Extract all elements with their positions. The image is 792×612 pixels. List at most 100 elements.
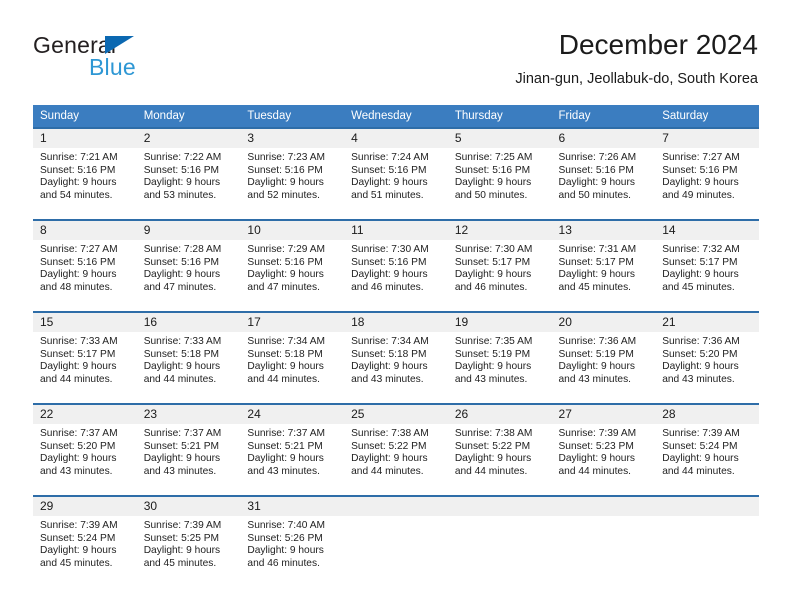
day-sun-info: Sunrise: 7:35 AM Sunset: 5:19 PM Daylight:…: [448, 332, 552, 386]
sunset-time: Sunset: 5:16 PM: [40, 164, 116, 176]
sunrise-time: Sunrise: 7:29 AM: [247, 244, 325, 255]
sunrise-time: Sunrise: 7:30 AM: [454, 244, 533, 255]
page-title: December 2024: [558, 29, 758, 60]
sunset-time: Sunset: 5:16 PM: [662, 164, 738, 176]
sunset-time: Sunset: 5:16 PM: [454, 164, 531, 176]
calendar-day-cell: [344, 495, 448, 585]
calendar-day-cell[interactable]: 19 Sunrise: 7:35 AM Sunset: 5:19 PM Dayligh…: [447, 311, 552, 401]
calendar-day-cell[interactable]: 5 Sunrise: 7:25 AM Sunset: 5:16 PM Daylight…: [447, 127, 552, 217]
day-sun-info: Sunrise: 7:34 AM Sunset: 5:18 PM Daylight:…: [240, 332, 344, 386]
daylight-duration-line1: Daylight: 9 hours: [40, 545, 117, 557]
calendar-day-cell[interactable]: 9 Sunrise: 7:28 AM Sunset: 5:16 PM Daylight…: [136, 219, 241, 309]
day-number: 28: [655, 405, 759, 424]
calendar-day-cell[interactable]: 13 Sunrise: 7:31 AM Sunset: 5:17 PM Dayligh…: [551, 219, 656, 309]
calendar-day-cell[interactable]: 27 Sunrise: 7:39 AM Sunset: 5:23 PM Dayligh…: [551, 403, 656, 493]
day-number: 27: [551, 405, 656, 424]
calendar-day-cell[interactable]: 6 Sunrise: 7:26 AM Sunset: 5:16 PM Daylight…: [551, 127, 656, 217]
day-number: 1: [33, 129, 137, 148]
day-cell-content: [655, 497, 759, 583]
calendar-day-cell[interactable]: 20 Sunrise: 7:36 AM Sunset: 5:19 PM Dayligh…: [551, 311, 656, 401]
calendar-day-cell[interactable]: 18 Sunrise: 7:34 AM Sunset: 5:18 PM Dayligh…: [344, 311, 448, 401]
calendar-day-cell[interactable]: 10 Sunrise: 7:29 AM Sunset: 5:16 PM Dayligh…: [240, 219, 345, 309]
weekday-header-friday: Friday: [551, 105, 656, 128]
calendar-day-cell[interactable]: 31 Sunrise: 7:40 AM Sunset: 5:26 PM Dayligh…: [240, 495, 345, 585]
calendar-day-cell[interactable]: 29 Sunrise: 7:39 AM Sunset: 5:24 PM Dayligh…: [33, 495, 137, 585]
calendar-week-row: 8 Sunrise: 7:27 AM Sunset: 5:16 PM Daylight…: [33, 219, 759, 309]
sunset-time: Sunset: 5:19 PM: [558, 348, 634, 360]
calendar-day-cell[interactable]: 17 Sunrise: 7:34 AM Sunset: 5:18 PM Dayligh…: [240, 311, 345, 401]
general-blue-logo[interactable]: General Blue: [33, 32, 263, 88]
day-cell-content: 28 Sunrise: 7:39 AM Sunset: 5:24 PM Dayligh…: [655, 405, 759, 491]
daylight-duration-line2: and 50 minutes.: [558, 189, 632, 201]
logo-triangle-icon: [105, 36, 134, 54]
calendar-day-cell[interactable]: 2 Sunrise: 7:22 AM Sunset: 5:16 PM Daylight…: [136, 127, 241, 217]
day-sun-info: Sunrise: 7:38 AM Sunset: 5:22 PM Daylight:…: [344, 424, 448, 478]
calendar-day-cell: [655, 495, 759, 585]
daylight-duration-line2: and 43 minutes.: [351, 373, 424, 385]
calendar-day-cell[interactable]: 24 Sunrise: 7:37 AM Sunset: 5:21 PM Dayligh…: [240, 403, 345, 493]
day-cell-content: 14 Sunrise: 7:32 AM Sunset: 5:17 PM Dayligh…: [655, 221, 759, 307]
day-cell-content: 7 Sunrise: 7:27 AM Sunset: 5:16 PM Daylight…: [655, 129, 759, 215]
sunset-time: Sunset: 5:24 PM: [40, 532, 116, 544]
day-cell-content: 10 Sunrise: 7:29 AM Sunset: 5:16 PM Dayligh…: [240, 221, 345, 307]
daylight-duration-line1: Daylight: 9 hours: [143, 177, 221, 189]
daylight-duration-line1: Daylight: 9 hours: [247, 177, 324, 189]
calendar-day-cell[interactable]: 11 Sunrise: 7:30 AM Sunset: 5:16 PM Dayligh…: [344, 219, 448, 309]
day-number: 23: [136, 405, 241, 424]
day-cell-content: 12 Sunrise: 7:30 AM Sunset: 5:17 PM Dayligh…: [447, 221, 552, 307]
calendar-day-cell[interactable]: 4 Sunrise: 7:24 AM Sunset: 5:16 PM Daylight…: [344, 127, 448, 217]
daylight-duration-line2: and 48 minutes.: [40, 281, 113, 293]
calendar-day-cell[interactable]: 30 Sunrise: 7:39 AM Sunset: 5:25 PM Dayligh…: [136, 495, 241, 585]
page-header: General Blue December 2024 Jinan-gun, Je…: [0, 0, 792, 100]
daylight-duration-line1: Daylight: 9 hours: [351, 269, 428, 281]
daylight-duration-line1: Daylight: 9 hours: [662, 361, 739, 373]
sunrise-sunset-calendar: Sunday Monday Tuesday Wednesday Thursday…: [33, 105, 759, 585]
daylight-duration-line2: and 45 minutes.: [558, 281, 632, 293]
calendar-day-cell[interactable]: 15 Sunrise: 7:33 AM Sunset: 5:17 PM Dayligh…: [33, 311, 137, 401]
calendar-day-cell[interactable]: 7 Sunrise: 7:27 AM Sunset: 5:16 PM Daylight…: [655, 127, 759, 217]
calendar-day-cell[interactable]: 16 Sunrise: 7:33 AM Sunset: 5:18 PM Dayligh…: [136, 311, 241, 401]
calendar-day-cell[interactable]: 22 Sunrise: 7:37 AM Sunset: 5:20 PM Dayligh…: [33, 403, 137, 493]
sunrise-time: Sunrise: 7:35 AM: [454, 336, 533, 347]
calendar-day-cell[interactable]: 12 Sunrise: 7:30 AM Sunset: 5:17 PM Dayligh…: [447, 219, 552, 309]
calendar-day-cell: [551, 495, 656, 585]
daylight-duration-line1: Daylight: 9 hours: [454, 177, 532, 189]
calendar-day-cell[interactable]: 23 Sunrise: 7:37 AM Sunset: 5:21 PM Dayligh…: [136, 403, 241, 493]
calendar-week-row: 22 Sunrise: 7:37 AM Sunset: 5:20 PM Dayligh…: [33, 403, 759, 493]
sunset-time: Sunset: 5:17 PM: [40, 348, 116, 360]
daylight-duration-line1: Daylight: 9 hours: [558, 177, 635, 189]
calendar-day-cell[interactable]: 14 Sunrise: 7:32 AM Sunset: 5:17 PM Dayligh…: [655, 219, 759, 309]
daylight-duration-line1: Daylight: 9 hours: [40, 177, 117, 189]
day-number: 4: [344, 129, 448, 148]
calendar-day-cell[interactable]: 8 Sunrise: 7:27 AM Sunset: 5:16 PM Daylight…: [33, 219, 137, 309]
calendar-day-cell[interactable]: 28 Sunrise: 7:39 AM Sunset: 5:24 PM Dayligh…: [655, 403, 759, 493]
sunset-time: Sunset: 5:17 PM: [454, 256, 531, 268]
daylight-duration-line1: Daylight: 9 hours: [247, 361, 324, 373]
calendar-page: General Blue December 2024 Jinan-gun, Je…: [0, 0, 792, 612]
day-sun-info: Sunrise: 7:39 AM Sunset: 5:24 PM Daylight:…: [33, 516, 137, 570]
calendar-day-cell[interactable]: 3 Sunrise: 7:23 AM Sunset: 5:16 PM Daylight…: [240, 127, 345, 217]
day-sun-info: Sunrise: 7:27 AM Sunset: 5:16 PM Daylight:…: [33, 240, 137, 294]
daylight-duration-line2: and 51 minutes.: [351, 189, 424, 201]
day-number: 16: [136, 313, 241, 332]
daylight-duration-line1: Daylight: 9 hours: [40, 361, 117, 373]
daylight-duration-line2: and 44 minutes.: [143, 373, 217, 385]
calendar-day-cell[interactable]: 21 Sunrise: 7:36 AM Sunset: 5:20 PM Dayligh…: [655, 311, 759, 401]
day-sun-info: Sunrise: 7:39 AM Sunset: 5:24 PM Daylight:…: [655, 424, 759, 478]
day-sun-info: Sunrise: 7:37 AM Sunset: 5:21 PM Daylight:…: [240, 424, 344, 478]
sunrise-time: Sunrise: 7:37 AM: [40, 428, 118, 439]
daylight-duration-line2: and 44 minutes.: [40, 373, 113, 385]
sunset-time: Sunset: 5:18 PM: [143, 348, 220, 360]
daylight-duration-line1: Daylight: 9 hours: [662, 269, 739, 281]
sunset-time: Sunset: 5:23 PM: [558, 440, 634, 452]
calendar-day-cell[interactable]: 26 Sunrise: 7:38 AM Sunset: 5:22 PM Dayligh…: [447, 403, 552, 493]
calendar-day-cell[interactable]: 25 Sunrise: 7:38 AM Sunset: 5:22 PM Dayligh…: [344, 403, 448, 493]
daylight-duration-line2: and 49 minutes.: [662, 189, 735, 201]
day-number: 18: [344, 313, 448, 332]
calendar-day-cell[interactable]: 1 Sunrise: 7:21 AM Sunset: 5:16 PM Daylight…: [33, 127, 137, 217]
sunrise-time: Sunrise: 7:40 AM: [247, 520, 325, 531]
sunset-time: Sunset: 5:16 PM: [247, 164, 323, 176]
day-number: 24: [240, 405, 345, 424]
daylight-duration-line2: and 53 minutes.: [143, 189, 217, 201]
daylight-duration-line2: and 43 minutes.: [558, 373, 632, 385]
